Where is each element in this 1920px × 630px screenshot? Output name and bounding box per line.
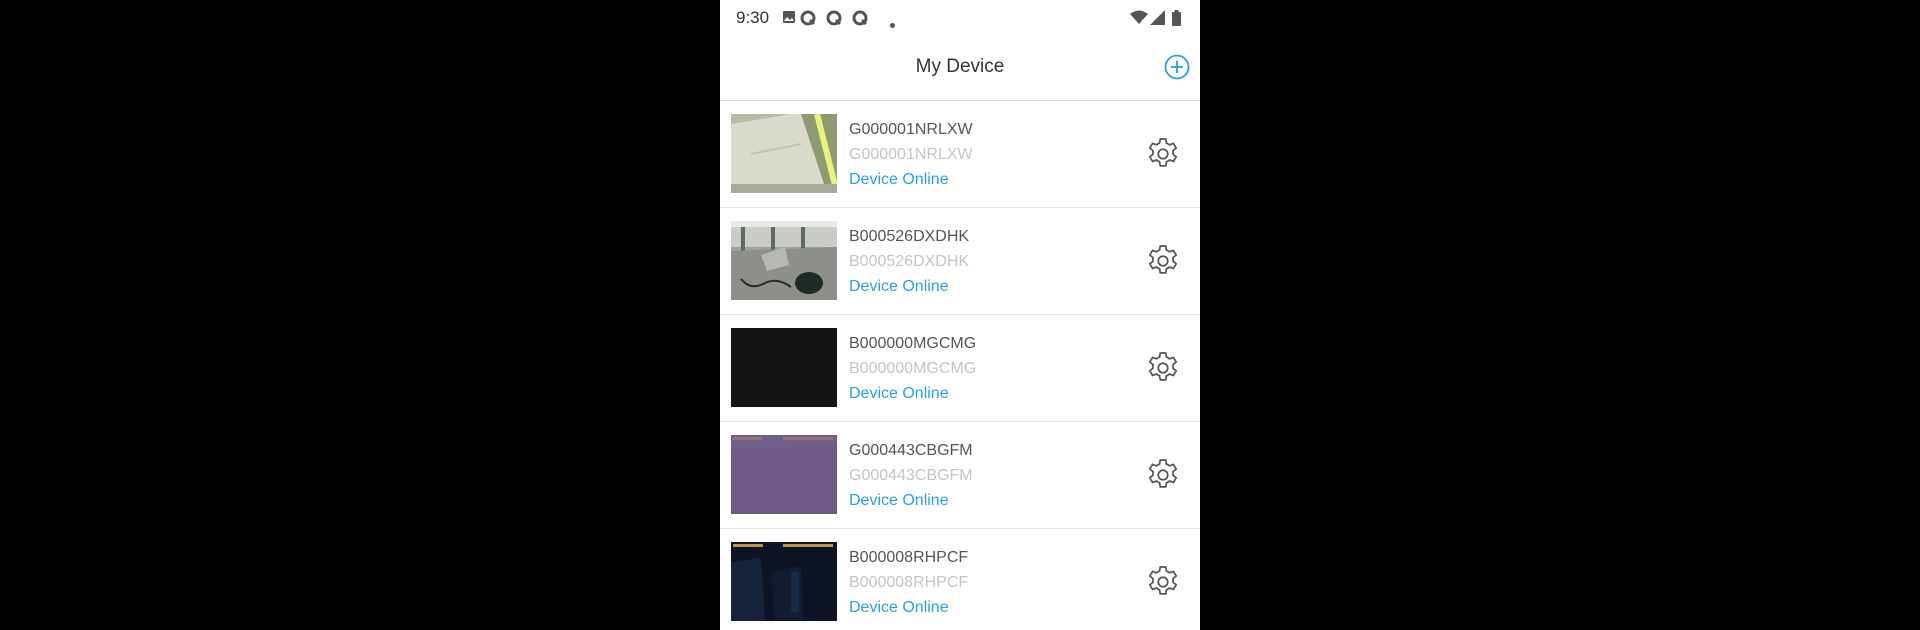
app-header: My Device [720,38,1200,101]
device-thumbnail [731,114,837,193]
device-thumbnail [731,435,837,514]
gear-icon [1148,566,1178,595]
battery-icon [1172,10,1181,31]
gear-icon [1148,352,1178,381]
gear-icon [1148,459,1178,488]
device-thumbnail [731,542,837,621]
device-row[interactable]: B000000MGCMG B000000MGCMG Device Online [720,315,1200,422]
device-id: B000000MGCMG [849,360,977,377]
image-icon [782,10,796,29]
device-id: G000443CBGFM [849,467,973,484]
device-status: Device Online [849,171,949,188]
device-thumbnail [731,221,837,300]
status-time: 9:30 [736,8,770,27]
device-list: G000001NRLXW G000001NRLXW Device Online [720,101,1200,630]
device-name: B000000MGCMG [849,335,977,352]
gear-icon [1148,138,1178,167]
device-status: Device Online [849,385,949,402]
device-name: B000008RHPCF [849,549,969,566]
device-thumbnail [731,328,837,407]
device-status: Device Online [849,599,949,616]
device-row[interactable]: G000443CBGFM G000443CBGFM Device Online [720,422,1200,529]
device-id: B000526DXDHK [849,253,970,270]
device-settings-button[interactable] [1144,349,1182,387]
device-settings-button[interactable] [1144,563,1182,601]
page-title: My Device [915,56,1005,77]
device-settings-button[interactable] [1144,242,1182,280]
device-status: Device Online [849,278,949,295]
device-status: Device Online [849,492,949,509]
device-name: B000526DXDHK [849,228,970,245]
gear-icon [1148,245,1178,274]
add-device-button[interactable] [1163,53,1191,81]
status-bar: 9:30 [720,0,1200,38]
device-row[interactable]: B000526DXDHK B000526DXDHK Device Online [720,208,1200,315]
dot-icon [890,15,895,33]
device-name: G000001NRLXW [849,121,973,138]
phone-screen: 9:30 My Device G000001NRLXW G000001NRLXW… [720,0,1200,630]
device-row[interactable]: B000008RHPCF B000008RHPCF Device Online [720,529,1200,630]
device-row[interactable]: G000001NRLXW G000001NRLXW Device Online [720,101,1200,208]
wifi-icon [1130,10,1148,30]
q-app-icon [800,10,816,31]
q-app-icon [826,10,842,31]
plus-circle-icon [1164,54,1190,80]
device-id: B000008RHPCF [849,574,969,591]
q-app-icon [852,10,868,31]
device-settings-button[interactable] [1144,456,1182,494]
device-id: G000001NRLXW [849,146,973,163]
signal-icon [1150,10,1165,30]
device-name: G000443CBGFM [849,442,973,459]
device-settings-button[interactable] [1144,135,1182,173]
